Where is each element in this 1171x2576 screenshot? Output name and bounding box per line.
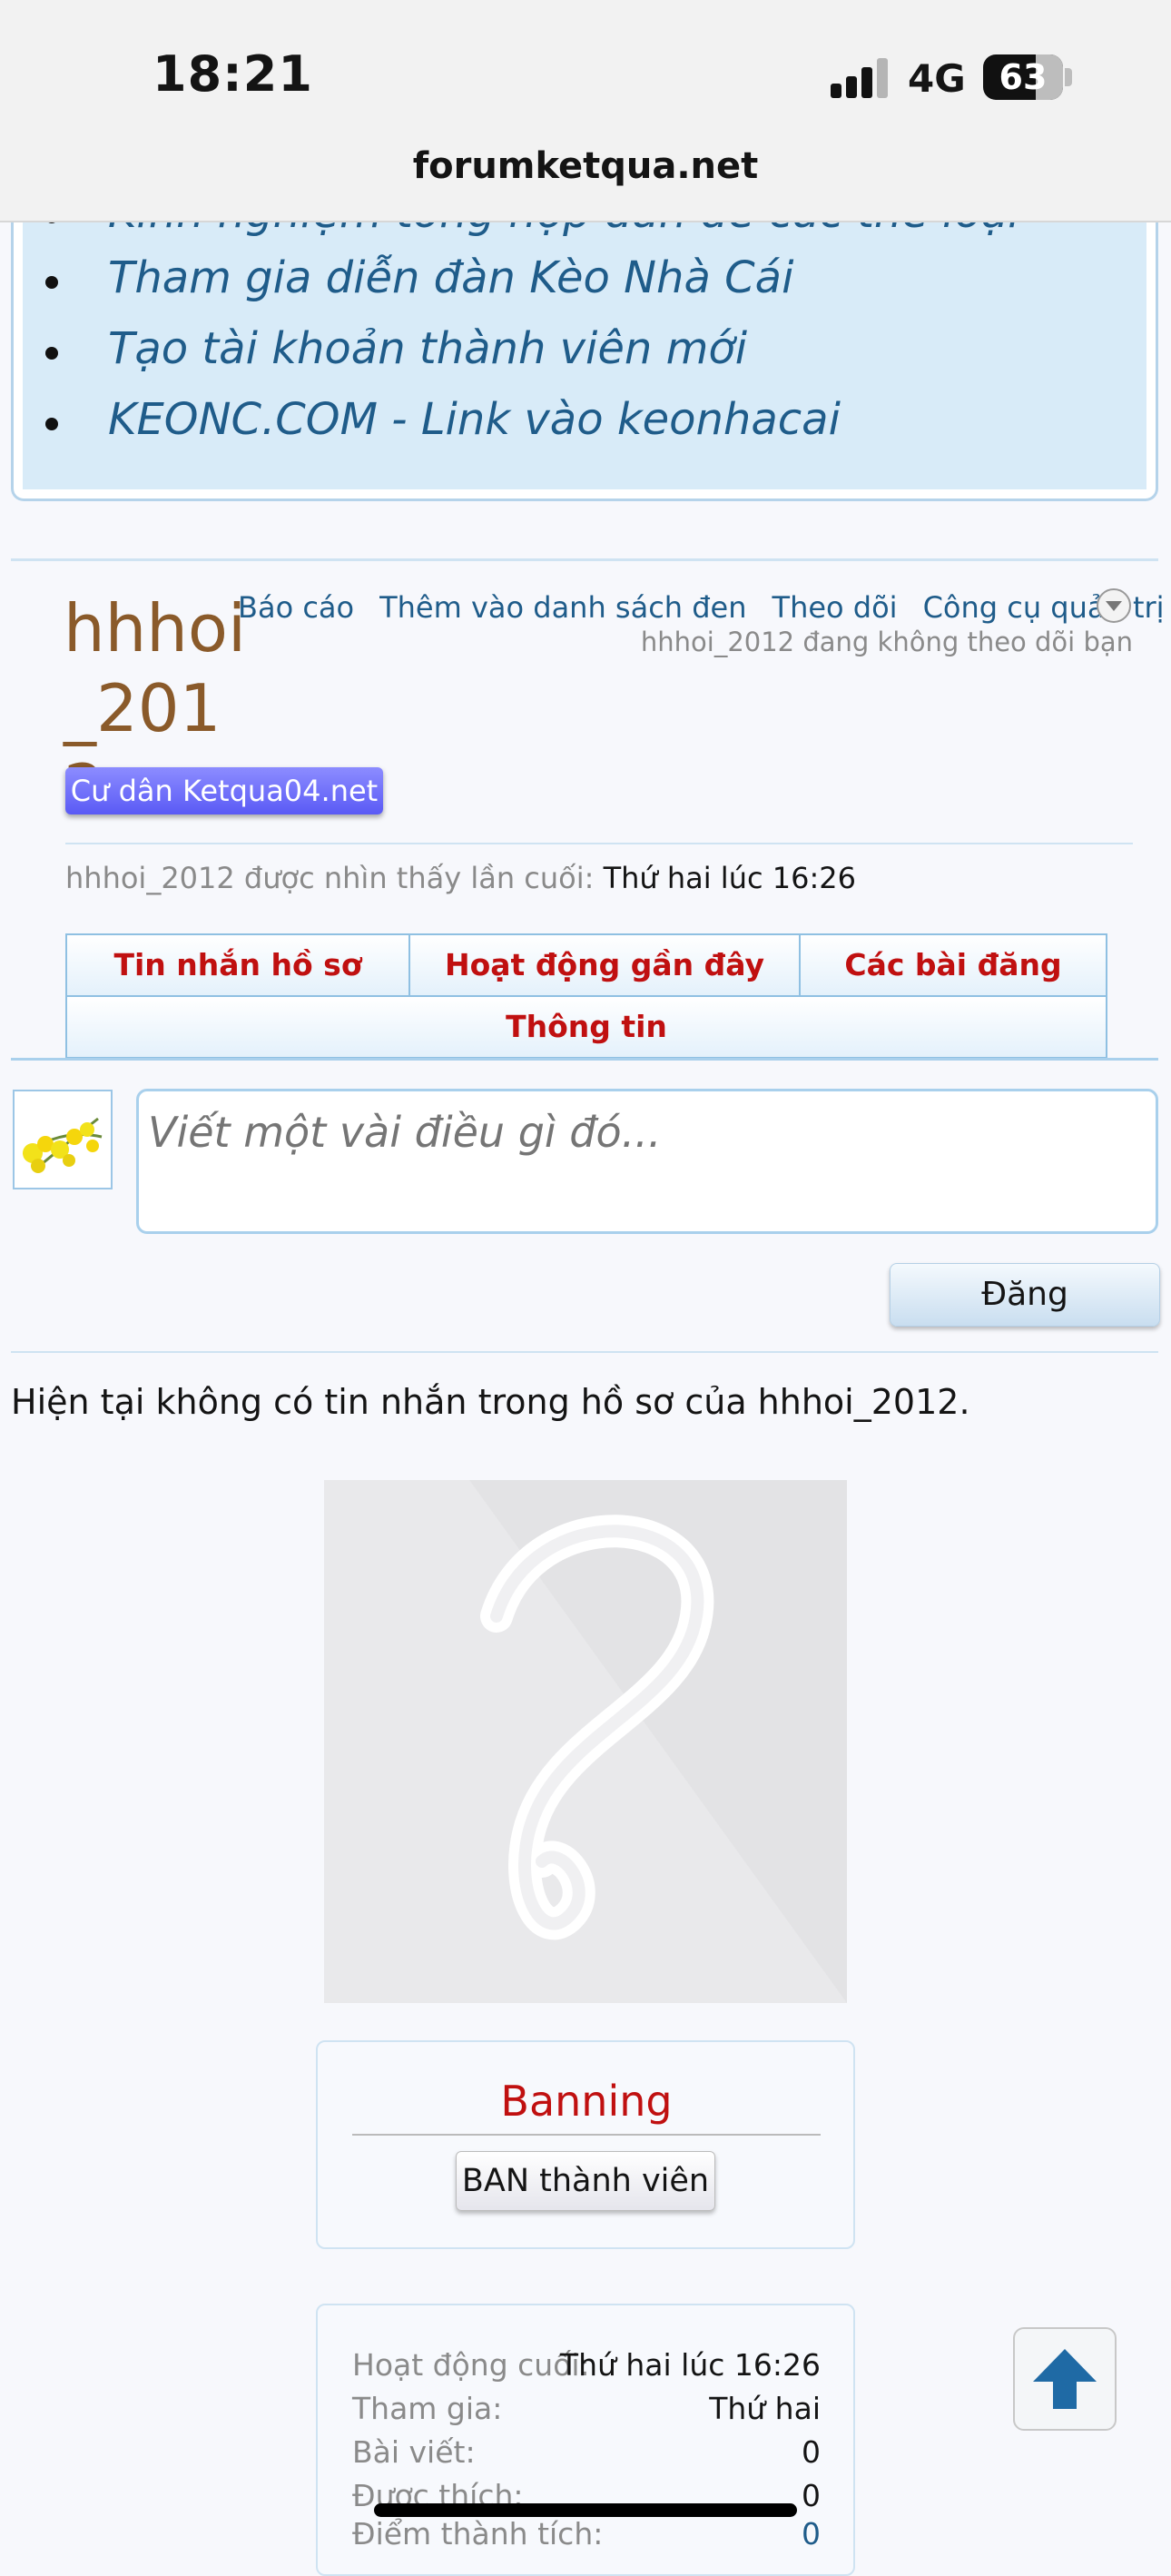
chevron-down-icon[interactable] [1097,588,1131,623]
flower-avatar-image [15,1091,111,1188]
last-seen-value: Thứ hai lúc 16:26 [603,861,856,895]
last-seen-label: hhhoi_2012 được nhìn thấy lần cuối: [65,861,595,895]
tab-postings[interactable]: Các bài đăng [799,933,1107,997]
cellular-signal-icon [831,58,889,98]
scroll-to-top-button[interactable] [1013,2327,1117,2431]
post-button[interactable]: Đăng [890,1263,1160,1327]
address-bar-url[interactable]: forumketqua.net [0,145,1171,187]
follow-status-note: hhhoi_2012 đang không theo dõi bạn [640,627,1133,657]
status-time: 18:21 [153,45,313,103]
stat-label: Điểm thành tích: [352,2516,604,2551]
stat-joined: Tham gia: Thứ hai [352,2391,821,2434]
stat-value: 0 [802,2434,821,2470]
ban-member-button[interactable]: BAN thành viên [456,2151,715,2211]
stat-value: Thứ hai [709,2391,821,2426]
battery-level: 63 [999,57,1048,97]
add-to-blacklist-link[interactable]: Thêm vào danh sách đen [379,590,746,625]
question-mark-icon [324,1480,847,2003]
user-title-badge: Cư dân Ketqua04.net [65,767,383,814]
last-seen: hhhoi_2012 được nhìn thấy lần cuối: Thứ … [65,861,856,895]
browser-top-bar: 18:21 4G 63 forumketqua.net [0,0,1171,222]
banning-block: Banning BAN thành viên [316,2040,855,2249]
stat-messages: Bài viết: 0 [352,2434,821,2478]
stat-trophy-points: Điểm thành tích: 0 [352,2516,821,2560]
tab-information[interactable]: Thông tin [65,995,1107,1059]
banning-title: Banning [500,2077,673,2126]
divider [11,1351,1158,1353]
divider [352,2134,821,2136]
bullet-icon [45,276,58,289]
promo-link-box: Kinh nghiệm tổng hợp dàn đề các thể loại… [11,182,1158,501]
profile-avatar [324,1480,847,2003]
stat-value: Thứ hai lúc 16:26 [559,2347,821,2383]
stat-label: Bài viết: [352,2434,476,2470]
bullet-icon [45,347,58,360]
stat-value-link[interactable]: 0 [802,2516,821,2551]
battery-icon: 63 [983,54,1063,100]
stat-last-activity: Hoạt động cuối: Thứ hai lúc 16:26 [352,2347,821,2391]
follow-link[interactable]: Theo dõi [772,590,898,625]
divider [11,558,1158,561]
stat-label: Hoạt động cuối: [352,2347,590,2383]
divider [65,843,1133,844]
profile-message-input[interactable] [136,1089,1158,1234]
divider [11,1058,1158,1061]
home-indicator [374,2503,797,2517]
arrow-up-icon [1033,2349,1097,2409]
tab-profile-posts[interactable]: Tin nhắn hồ sơ [65,933,410,997]
stat-label: Tham gia: [352,2391,503,2426]
network-type: 4G [908,56,966,101]
current-user-avatar[interactable] [13,1090,113,1189]
tab-recent-activity[interactable]: Hoạt động gần đây [408,933,801,997]
bullet-icon [45,418,58,430]
profile-actions: Báo cáo Thêm vào danh sách đen Theo dõi Côn… [238,590,1171,625]
battery-tip [1065,68,1072,86]
report-link[interactable]: Báo cáo [238,590,354,625]
no-messages-text: Hiện tại không có tin nhắn trong hồ sơ c… [11,1382,970,1422]
member-stats-block: Hoạt động cuối: Thứ hai lúc 16:26 Tham g… [316,2304,855,2576]
profile-tabs: Tin nhắn hồ sơ Hoạt động gần đây Các bài… [65,933,1107,1061]
stat-value: 0 [802,2478,821,2513]
